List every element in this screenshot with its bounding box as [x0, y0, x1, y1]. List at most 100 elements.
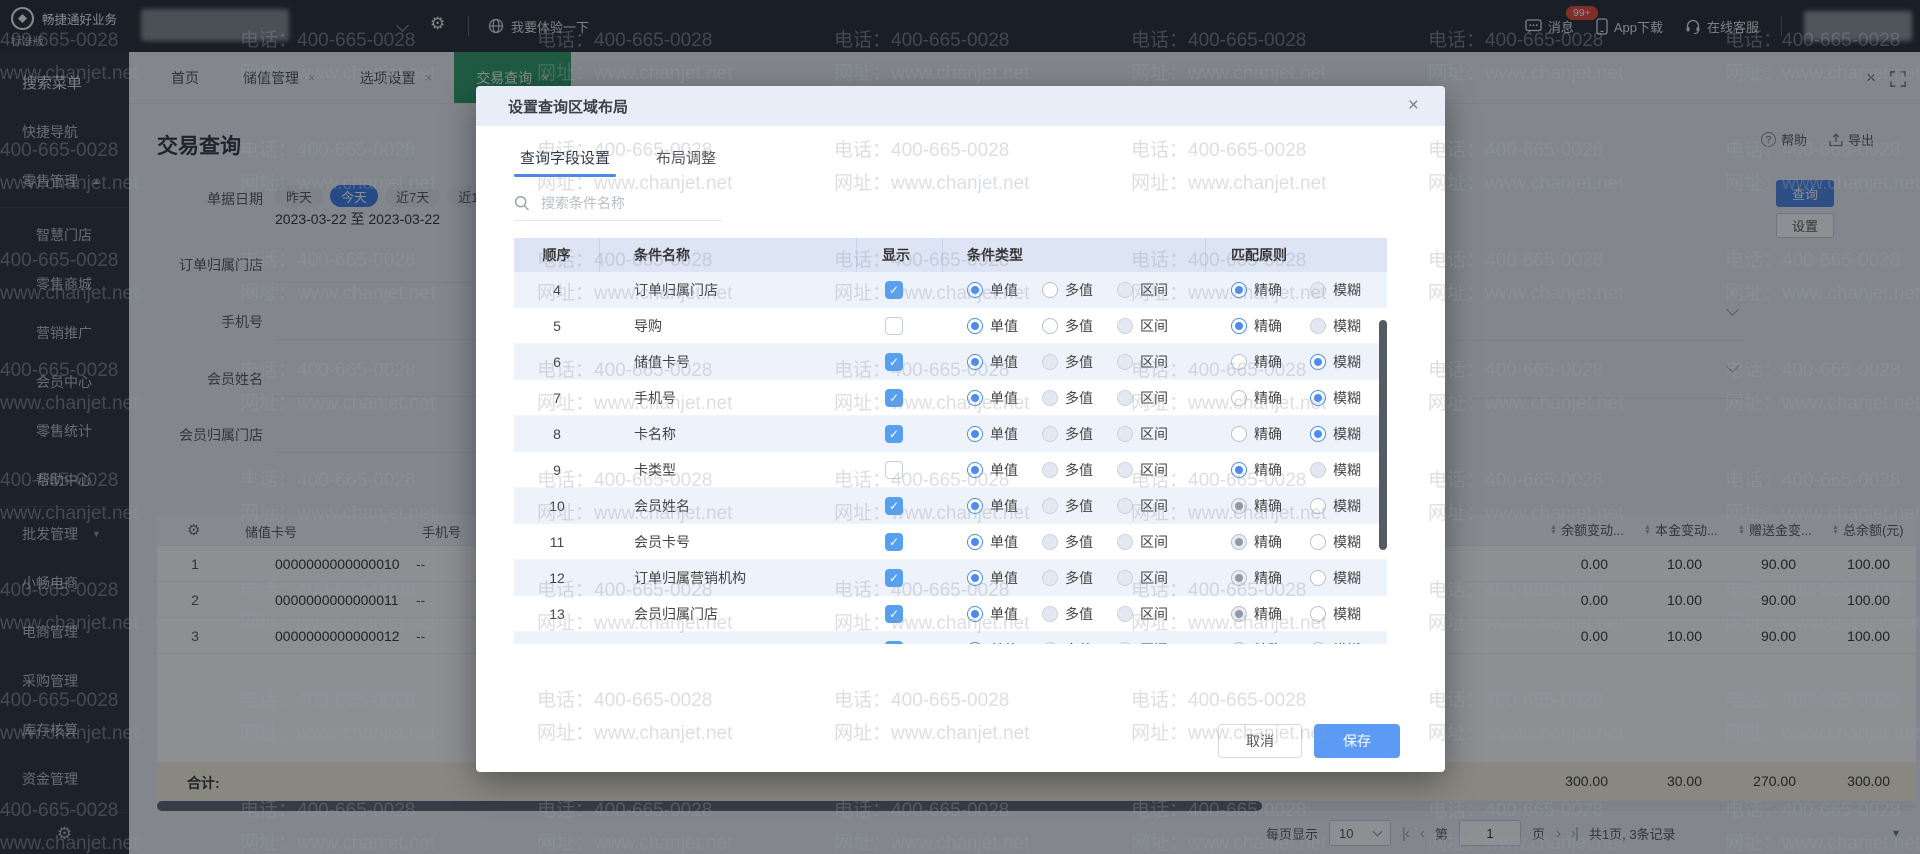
condition-name: 手机号: [600, 388, 857, 408]
radio-option[interactable]: 模糊: [1310, 352, 1361, 372]
radio-option[interactable]: 单值: [967, 496, 1018, 516]
radio-selected-icon: [1310, 354, 1326, 370]
close-icon[interactable]: ×: [1408, 95, 1419, 117]
radio-option[interactable]: 多值: [1042, 496, 1093, 516]
radio-option[interactable]: 区间: [1117, 424, 1168, 444]
radio-option[interactable]: 模糊: [1310, 568, 1361, 588]
radio-option[interactable]: 模糊: [1310, 460, 1361, 480]
radio-option[interactable]: 多值: [1042, 424, 1093, 444]
show-checkbox[interactable]: ✓: [885, 353, 903, 371]
condition-row: 9卡类型单值多值区间精确模糊: [514, 452, 1387, 488]
cancel-button[interactable]: 取消: [1218, 724, 1302, 758]
radio-option[interactable]: 多值: [1042, 280, 1093, 300]
radio-option[interactable]: 多值: [1042, 532, 1093, 552]
radio-option[interactable]: 精确: [1231, 568, 1282, 588]
radio-option[interactable]: 单值: [967, 640, 1018, 645]
radio-icon: [1117, 570, 1133, 586]
radio-option[interactable]: 单值: [967, 460, 1018, 480]
radio-option[interactable]: 精确: [1231, 460, 1282, 480]
condition-row: 6储值卡号✓单值多值区间精确模糊: [514, 344, 1387, 380]
radio-option[interactable]: 区间: [1117, 316, 1168, 336]
radio-option[interactable]: 单值: [967, 568, 1018, 588]
radio-label: 模糊: [1333, 316, 1361, 336]
show-checkbox[interactable]: [885, 317, 903, 335]
radio-selected-icon: [1231, 606, 1247, 622]
radio-option[interactable]: 单值: [967, 280, 1018, 300]
condition-name: 会员卡号: [600, 532, 857, 552]
radio-option[interactable]: 区间: [1117, 352, 1168, 372]
vertical-scrollbar-thumb[interactable]: [1379, 320, 1387, 550]
radio-option[interactable]: 单值: [967, 352, 1018, 372]
radio-icon: [1117, 390, 1133, 406]
radio-icon: [1310, 534, 1326, 550]
radio-option[interactable]: 单值: [967, 424, 1018, 444]
radio-selected-icon: [967, 498, 983, 514]
radio-option[interactable]: 区间: [1117, 568, 1168, 588]
radio-icon: [1042, 318, 1058, 334]
radio-option[interactable]: 单值: [967, 316, 1018, 336]
col-show: 显示: [857, 238, 943, 272]
radio-option[interactable]: 精确: [1231, 388, 1282, 408]
radio-option[interactable]: 多值: [1042, 352, 1093, 372]
condition-row: 8卡名称✓单值多值区间精确模糊: [514, 416, 1387, 452]
radio-option[interactable]: 多值: [1042, 640, 1093, 645]
radio-option[interactable]: 多值: [1042, 316, 1093, 336]
show-checkbox[interactable]: [885, 461, 903, 479]
condition-row: 10会员姓名✓单值多值区间精确模糊: [514, 488, 1387, 524]
radio-label: 单值: [990, 604, 1018, 624]
radio-option[interactable]: 单值: [967, 532, 1018, 552]
radio-selected-icon: [967, 570, 983, 586]
radio-label: 单值: [990, 460, 1018, 480]
radio-label: 模糊: [1333, 352, 1361, 372]
show-checkbox[interactable]: ✓: [885, 389, 903, 407]
radio-option[interactable]: 模糊: [1310, 388, 1361, 408]
show-checkbox[interactable]: ✓: [885, 605, 903, 623]
show-checkbox[interactable]: ✓: [885, 497, 903, 515]
dialog-title: 设置查询区域布局: [508, 96, 628, 117]
radio-option[interactable]: 模糊: [1310, 496, 1361, 516]
radio-option[interactable]: 精确: [1231, 496, 1282, 516]
radio-selected-icon: [1231, 570, 1247, 586]
radio-option[interactable]: 区间: [1117, 388, 1168, 408]
show-checkbox[interactable]: ✓: [885, 533, 903, 551]
radio-option[interactable]: 多值: [1042, 388, 1093, 408]
radio-option[interactable]: 单值: [967, 604, 1018, 624]
radio-option[interactable]: 模糊: [1310, 532, 1361, 552]
radio-option[interactable]: 精确: [1231, 532, 1282, 552]
radio-option[interactable]: 模糊: [1310, 280, 1361, 300]
radio-option[interactable]: 模糊: [1310, 640, 1361, 645]
radio-option[interactable]: 区间: [1117, 640, 1168, 645]
show-checkbox[interactable]: ✓: [885, 281, 903, 299]
conditions-table-header: 顺序 条件名称 显示 条件类型 匹配原则: [514, 238, 1387, 272]
dialog-tab[interactable]: 查询字段设置: [514, 147, 616, 177]
save-button[interactable]: 保存: [1314, 724, 1400, 758]
app-window: 畅捷通好业务 标准版 ⚙ 我要体验一下 消息 99+: [0, 0, 1920, 854]
radio-option[interactable]: 精确: [1231, 352, 1282, 372]
radio-label: 精确: [1254, 460, 1282, 480]
show-checkbox[interactable]: ✓: [885, 569, 903, 587]
radio-selected-icon: [967, 318, 983, 334]
radio-option[interactable]: 区间: [1117, 280, 1168, 300]
radio-option[interactable]: 多值: [1042, 604, 1093, 624]
radio-option[interactable]: 多值: [1042, 460, 1093, 480]
radio-option[interactable]: 单值: [967, 388, 1018, 408]
show-checkbox[interactable]: ✓: [885, 641, 903, 645]
radio-option[interactable]: 模糊: [1310, 316, 1361, 336]
show-checkbox[interactable]: ✓: [885, 425, 903, 443]
layout-settings-dialog: 设置查询区域布局 × 查询字段设置 布局调整 顺序 条件名称 显示 条件类型 匹配…: [476, 86, 1445, 772]
radio-option[interactable]: 区间: [1117, 532, 1168, 552]
col-order: 顺序: [514, 238, 600, 272]
radio-option[interactable]: 精确: [1231, 640, 1282, 645]
radio-option[interactable]: 区间: [1117, 460, 1168, 480]
radio-option[interactable]: 精确: [1231, 316, 1282, 336]
radio-option[interactable]: 精确: [1231, 424, 1282, 444]
radio-option[interactable]: 精确: [1231, 280, 1282, 300]
condition-search-input[interactable]: [539, 194, 699, 212]
radio-option[interactable]: 精确: [1231, 604, 1282, 624]
radio-option[interactable]: 区间: [1117, 604, 1168, 624]
radio-option[interactable]: 多值: [1042, 568, 1093, 588]
radio-option[interactable]: 模糊: [1310, 604, 1361, 624]
radio-option[interactable]: 模糊: [1310, 424, 1361, 444]
dialog-tab[interactable]: 布局调整: [650, 147, 722, 177]
radio-option[interactable]: 区间: [1117, 496, 1168, 516]
